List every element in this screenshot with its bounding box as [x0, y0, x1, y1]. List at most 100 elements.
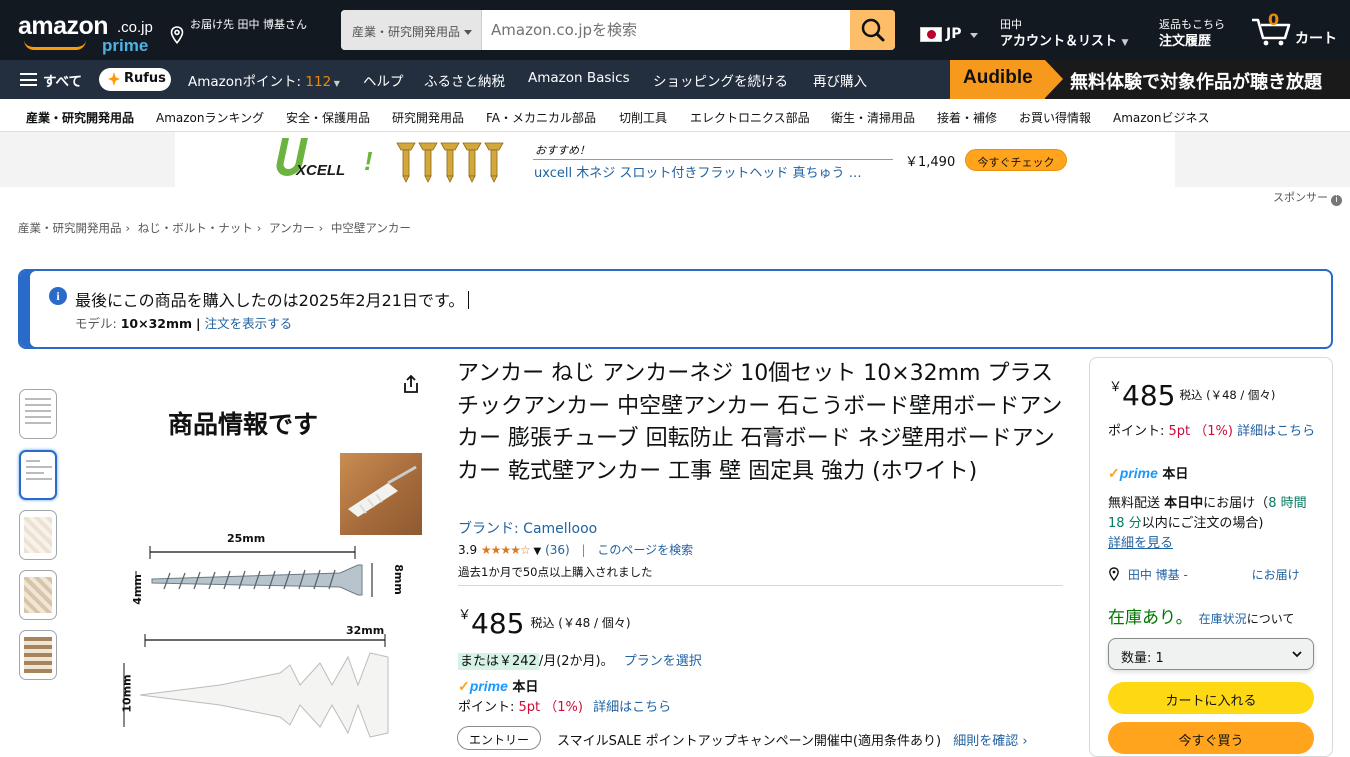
- caret-down-icon: ▼: [1121, 38, 1129, 48]
- breadcrumb: 産業・研究開発用品 › ねじ・ボルト・ナット › アンカー › 中空壁アンカー: [18, 221, 411, 235]
- prime-logo-icon: ✓prime: [458, 678, 508, 694]
- installment-row: または￥242/月(2か月)。 プランを選択: [458, 653, 702, 670]
- top-navbar: amazon .co.jp prime お届け先 田中 博基さん 産業・研究開発…: [0, 0, 1350, 60]
- campaign-row: スマイルSALE ポイントアップキャンペーン開催中(適用条件あり) 細則を確認 …: [557, 734, 1028, 749]
- subnav-item-fa[interactable]: FA・メカニカル部品: [486, 109, 596, 126]
- subnav-item-deals[interactable]: お買い得情報: [1019, 109, 1091, 126]
- search-category-dropdown[interactable]: 産業・研究開発用品: [341, 10, 482, 50]
- purchase-history-alert: i 最後にこの商品を購入したのは2025年2月21日です。 モデル: 10×32…: [18, 269, 1333, 349]
- image-thumbnail[interactable]: [19, 510, 57, 560]
- caret-down-icon: [464, 30, 473, 35]
- entry-button[interactable]: エントリー: [457, 726, 541, 750]
- subnav-item-cutting[interactable]: 切削工具: [619, 109, 667, 126]
- main-navbar: すべて Rufus Amazonポイント: 112 ▼ ヘルプ ふるさと納税 A…: [0, 60, 1350, 99]
- stock-status-link[interactable]: 在庫状況: [1199, 612, 1247, 626]
- search-page-link[interactable]: このページを検索: [597, 543, 693, 557]
- image-thumbnail[interactable]: [19, 389, 57, 439]
- points-row: ポイント: 5pt （1%) 詳細はこちら: [458, 700, 672, 715]
- ad-price: ￥1,490: [905, 155, 956, 170]
- chevron-down-icon: [1292, 651, 1302, 658]
- search-bar: 産業・研究開発用品: [341, 10, 895, 50]
- prime-logo-icon: ✓prime: [1108, 465, 1158, 481]
- breadcrumb-item[interactable]: 中空壁アンカー: [331, 221, 411, 235]
- audible-banner[interactable]: Audible 無料体験で対象作品が聴き放題: [950, 60, 1350, 99]
- all-categories-menu[interactable]: すべて: [43, 70, 82, 90]
- review-count-link[interactable]: (36): [545, 543, 570, 557]
- account-menu[interactable]: 田中 アカウント＆リスト ▼: [1000, 14, 1145, 50]
- image-thumbnail-selected[interactable]: [19, 450, 57, 500]
- delivery-location[interactable]: 田中 博基 - にお届け: [1108, 566, 1300, 583]
- prime-badge: ✓prime 本日: [458, 678, 539, 695]
- campaign-rules-link[interactable]: 細則を確認 ›: [953, 734, 1027, 749]
- rating-row: 3.9 ★★★★☆ ▼ (36) | このページを検索: [458, 543, 694, 557]
- sponsored-label[interactable]: スポンサー i: [1273, 189, 1342, 206]
- nav-furusato[interactable]: ふるさと納税: [424, 70, 505, 90]
- rufus-button[interactable]: Rufus: [99, 68, 171, 91]
- language-selector[interactable]: JP: [920, 24, 984, 46]
- breadcrumb-item[interactable]: ねじ・ボルト・ナット: [138, 221, 253, 235]
- product-price: ￥485 税込 (￥48 / 個々): [458, 607, 631, 640]
- ad-check-button[interactable]: 今すぐチェック: [965, 149, 1067, 171]
- deliver-to[interactable]: お届け先 田中 博基さん: [170, 14, 335, 50]
- star-rating-icon[interactable]: ★★★★☆: [481, 543, 531, 557]
- amazon-logo[interactable]: amazon .co.jp prime: [16, 10, 156, 55]
- main-product-image[interactable]: 商品情報です 25mm 32mm 4mm 8mm 10mm: [100, 395, 430, 752]
- image-thumbnail[interactable]: [19, 630, 57, 680]
- buy-now-button[interactable]: 今すぐ買う: [1108, 722, 1314, 754]
- buybox-price: ￥485 税込 (￥48 / 個々): [1109, 379, 1276, 412]
- plan-select-link[interactable]: プランを選択: [624, 654, 702, 669]
- cart-button[interactable]: 0 カート: [1250, 10, 1340, 50]
- product-title: アンカー ねじ アンカーネジ 10個セット 10×32mm プラスチックアンカー…: [457, 361, 1063, 484]
- japan-flag-icon: [920, 27, 942, 42]
- subnav-item-research[interactable]: 研究開発用品: [392, 109, 464, 126]
- ad-product-link[interactable]: uxcell 木ネジ スロット付きフラットヘッド 真ちゅう …: [534, 162, 862, 181]
- stock-status: 在庫あり。 在庫状況について: [1108, 608, 1295, 628]
- view-order-link[interactable]: 注文を表示する: [205, 316, 293, 331]
- buybox-prime-badge: ✓prime 本日: [1108, 465, 1189, 482]
- image-title: 商品情報です: [168, 410, 319, 439]
- points-detail-link[interactable]: 詳細はこちら: [593, 700, 671, 715]
- buybox-points-link[interactable]: 詳細はこちら: [1237, 424, 1315, 439]
- breadcrumb-item[interactable]: アンカー: [269, 221, 315, 235]
- caret-down-icon: [970, 33, 978, 38]
- ad-recommend-label: おすすめ！: [535, 144, 590, 157]
- nav-help[interactable]: ヘルプ: [363, 70, 404, 90]
- search-icon: [861, 18, 885, 42]
- breadcrumb-item[interactable]: 産業・研究開発用品: [18, 221, 122, 235]
- subnav-item-ranking[interactable]: Amazonランキング: [156, 109, 264, 126]
- category-subnav: 産業・研究開発用品 Amazonランキング 安全・保護用品 研究開発用品 FA・…: [0, 99, 1350, 132]
- nav-continue-shopping[interactable]: ショッピングを続ける: [653, 70, 788, 90]
- image-thumbnail[interactable]: [19, 570, 57, 620]
- hamburger-menu-icon[interactable]: [20, 73, 37, 86]
- brass-screws-image[interactable]: [395, 141, 505, 183]
- info-icon: i: [1331, 195, 1342, 206]
- uxcell-logo[interactable]: XCELL !: [273, 138, 378, 182]
- buybox-points: ポイント: 5pt （1%) 詳細はこちら: [1108, 424, 1316, 439]
- screw-anchor-diagram: [123, 546, 389, 738]
- deliver-to-label: お届け先 田中 博基さん: [190, 18, 307, 31]
- subnav-item-sanitary[interactable]: 衛生・清掃用品: [831, 109, 915, 126]
- subnav-item-industrial[interactable]: 産業・研究開発用品: [26, 109, 134, 126]
- subnav-item-business[interactable]: Amazonビジネス: [1113, 109, 1210, 126]
- bought-count: 過去1か月で50点以上購入されました: [458, 565, 653, 579]
- nav-buy-again[interactable]: 再び購入: [813, 70, 867, 90]
- amazon-points-link[interactable]: Amazonポイント: 112 ▼: [188, 70, 340, 90]
- search-button[interactable]: [850, 10, 895, 50]
- brand-link[interactable]: ブランド: Camellooo: [458, 518, 597, 538]
- location-pin-icon: [170, 26, 184, 44]
- sparkle-icon: [108, 72, 120, 86]
- share-icon[interactable]: [400, 373, 422, 395]
- quantity-select[interactable]: 数量: 1: [1108, 638, 1314, 670]
- delivery-info: 無料配送 本日中にお届け（8 時間 18 分以内にご注文の場合) 詳細を見る: [1108, 496, 1307, 551]
- returns-orders-link[interactable]: 返品もこちら 注文履歴: [1159, 14, 1249, 50]
- smile-arrow-icon: [24, 40, 86, 50]
- add-to-cart-button[interactable]: カートに入れる: [1108, 682, 1314, 714]
- location-pin-icon: [1109, 567, 1119, 582]
- subnav-item-safety[interactable]: 安全・保護用品: [286, 109, 370, 126]
- nav-amazon-basics[interactable]: Amazon Basics: [528, 70, 630, 86]
- delivery-details-link[interactable]: 詳細を見る: [1108, 536, 1173, 551]
- subnav-item-electronics[interactable]: エレクトロニクス部品: [690, 109, 810, 126]
- subnav-item-adhesive[interactable]: 接着・補修: [937, 109, 997, 126]
- search-input[interactable]: [482, 10, 851, 50]
- info-icon: i: [49, 287, 67, 305]
